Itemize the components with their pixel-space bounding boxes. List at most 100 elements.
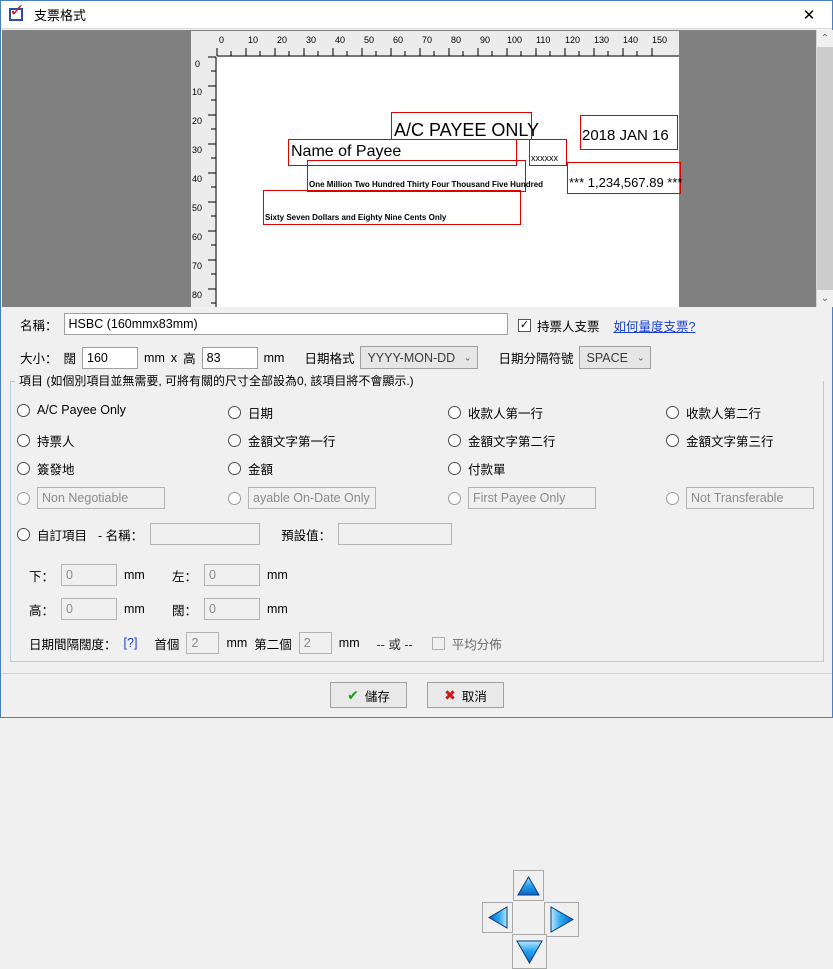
close-icon[interactable]: ✕ <box>786 1 832 28</box>
svg-text:0: 0 <box>195 59 200 69</box>
field-text-amount-figures: *** 1,234,567.89 *** <box>569 175 683 190</box>
radio-button[interactable] <box>666 491 679 505</box>
cancel-button[interactable]: ✖ 取消 <box>427 682 504 708</box>
radio-button[interactable] <box>17 434 30 447</box>
date-format-value: YYYY-MON-DD <box>367 350 456 365</box>
radio-payee-line-1[interactable]: 收款人第一行 <box>448 403 543 422</box>
date-format-label: 日期格式 <box>304 352 355 366</box>
radio-button[interactable] <box>228 491 241 505</box>
radio-button[interactable] <box>448 491 461 505</box>
radio-button[interactable] <box>228 434 241 447</box>
save-button-label: 儲存 <box>364 689 390 704</box>
radio-button[interactable] <box>228 462 241 475</box>
how-to-measure-link[interactable]: 如何量度支票? <box>614 316 696 335</box>
item-height-unit: mm <box>124 602 145 616</box>
date-format-select[interactable]: YYYY-MON-DD ⌄ <box>360 346 479 369</box>
radio-button[interactable] <box>228 406 241 419</box>
date-spacing-help-icon[interactable]: [?] <box>124 636 138 650</box>
close-x-icon: ✖ <box>444 686 456 703</box>
scroll-down-icon[interactable]: ⌄ <box>817 290 833 307</box>
move-left-button[interactable] <box>482 902 513 933</box>
svg-text:140: 140 <box>623 35 638 45</box>
bearer-checkbox[interactable]: ✓ <box>518 319 531 332</box>
svg-text:70: 70 <box>422 35 432 45</box>
radio-button[interactable] <box>448 434 461 447</box>
bearer-checkbox-label: 持票人支票 <box>537 320 600 334</box>
date-separator-label: 日期分隔符號 <box>498 352 574 366</box>
cancel-button-label: 取消 <box>461 689 487 704</box>
radio-custom-item[interactable]: 自訂項目 - 名稱： 預設值： <box>17 523 453 545</box>
second-gap-input[interactable] <box>298 632 332 654</box>
item-height-input[interactable] <box>61 598 118 620</box>
svg-text:50: 50 <box>192 203 202 213</box>
custom-item-default-input[interactable] <box>338 523 453 545</box>
move-right-button[interactable] <box>544 902 579 937</box>
custom-item-default-label: 預設值： <box>281 528 332 543</box>
date-separator-select[interactable]: SPACE ⌄ <box>579 346 652 369</box>
radio-ac-payee-only[interactable]: A/C Payee Only <box>17 403 126 417</box>
height-input[interactable] <box>201 346 258 369</box>
even-distribution-checkbox[interactable]: ✓ <box>431 636 445 650</box>
radio-button[interactable] <box>17 462 30 475</box>
radio-payable-on-date-only[interactable] <box>228 487 376 509</box>
radio-bearer[interactable]: 持票人 <box>17 431 75 450</box>
preview-scrollbar[interactable]: ⌃ ⌄ <box>816 30 833 307</box>
custom-item-name-input[interactable] <box>150 523 261 545</box>
radio-button[interactable] <box>17 527 30 541</box>
name-input[interactable] <box>63 313 508 335</box>
width-label: 闊 <box>63 352 77 366</box>
field-text-payee-line-1: Name of Payee <box>291 143 402 160</box>
width-input[interactable] <box>82 346 139 369</box>
svg-text:50: 50 <box>364 35 374 45</box>
date-spacing-label: 日期間隔闊度： <box>29 637 117 652</box>
scroll-up-icon[interactable]: ⌃ <box>817 30 833 47</box>
radio-not-transferable[interactable] <box>666 487 814 509</box>
cheque-paper: 0 10 20 30 40 50 60 70 80 90 100 110 120 130 140 1… <box>191 31 683 307</box>
radio-amount-words-2[interactable]: 金額文字第二行 <box>448 431 556 450</box>
item-width-input[interactable] <box>204 598 261 620</box>
radio-button[interactable] <box>448 462 461 475</box>
field-text-date: 2018 JAN 16 <box>582 127 669 144</box>
radio-amount-words-3[interactable]: 金額文字第三行 <box>666 431 774 450</box>
not-transferable-input[interactable] <box>686 487 814 509</box>
svg-text:40: 40 <box>335 35 345 45</box>
move-down-button[interactable] <box>512 934 547 969</box>
radio-button[interactable] <box>666 434 679 447</box>
custom-item-label: 自訂項目 <box>37 528 88 543</box>
move-up-button[interactable] <box>513 870 544 901</box>
position-arrow-pad <box>482 870 579 969</box>
radio-button[interactable] <box>448 406 461 419</box>
first-payee-only-input[interactable] <box>468 487 596 509</box>
first-gap-unit: mm <box>226 636 248 650</box>
left-input[interactable] <box>204 564 261 586</box>
check-document-icon: ✓ <box>8 0 26 21</box>
radio-button[interactable] <box>17 403 30 417</box>
payable-on-date-only-input[interactable] <box>248 487 376 509</box>
cheque-preview-area[interactable]: 0 10 20 30 40 50 60 70 80 90 100 110 120 130 140 1… <box>2 30 818 307</box>
radio-label: 金額文字第二行 <box>468 435 556 449</box>
radio-payee-line-2[interactable]: 收款人第二行 <box>666 403 761 422</box>
cheque-format-window: ✓ 支票格式 ✕ 0 10 20 30 40 50 60 70 80 90 10… <box>0 0 833 969</box>
radio-amount[interactable]: 金額 <box>228 459 273 478</box>
radio-first-payee-only[interactable] <box>448 487 596 509</box>
items-group-title: 項目 (如個別項目並無需要, 可將有關的尺寸全部設為0, 該項目將不會顯示.) <box>15 372 418 389</box>
save-button[interactable]: ✔ 儲存 <box>330 682 407 708</box>
radio-place-of-issue[interactable]: 簽發地 <box>17 459 75 478</box>
svg-text:20: 20 <box>277 35 287 45</box>
item-width-label: 闊： <box>172 603 198 618</box>
left-unit: mm <box>267 568 288 582</box>
scrollbar-thumb[interactable] <box>817 47 833 290</box>
radio-date[interactable]: 日期 <box>228 403 273 422</box>
radio-label: 日期 <box>248 407 274 421</box>
bottom-input[interactable] <box>61 564 118 586</box>
radio-non-negotiable[interactable] <box>17 487 165 509</box>
title-bar: ✓ 支票格式 ✕ <box>1 1 832 29</box>
radio-button[interactable] <box>666 406 679 419</box>
height-dimension-row: 高： mm <box>29 598 145 620</box>
radio-button[interactable] <box>17 491 30 505</box>
first-gap-input[interactable] <box>186 632 220 654</box>
radio-amount-words-1[interactable]: 金額文字第一行 <box>228 431 336 450</box>
non-negotiable-input[interactable] <box>37 487 165 509</box>
radio-payment-slip[interactable]: 付款單 <box>448 459 506 478</box>
cheque-canvas[interactable]: A/C PAYEE ONLY 2018 JAN 16 Name of Payee… <box>217 57 683 307</box>
